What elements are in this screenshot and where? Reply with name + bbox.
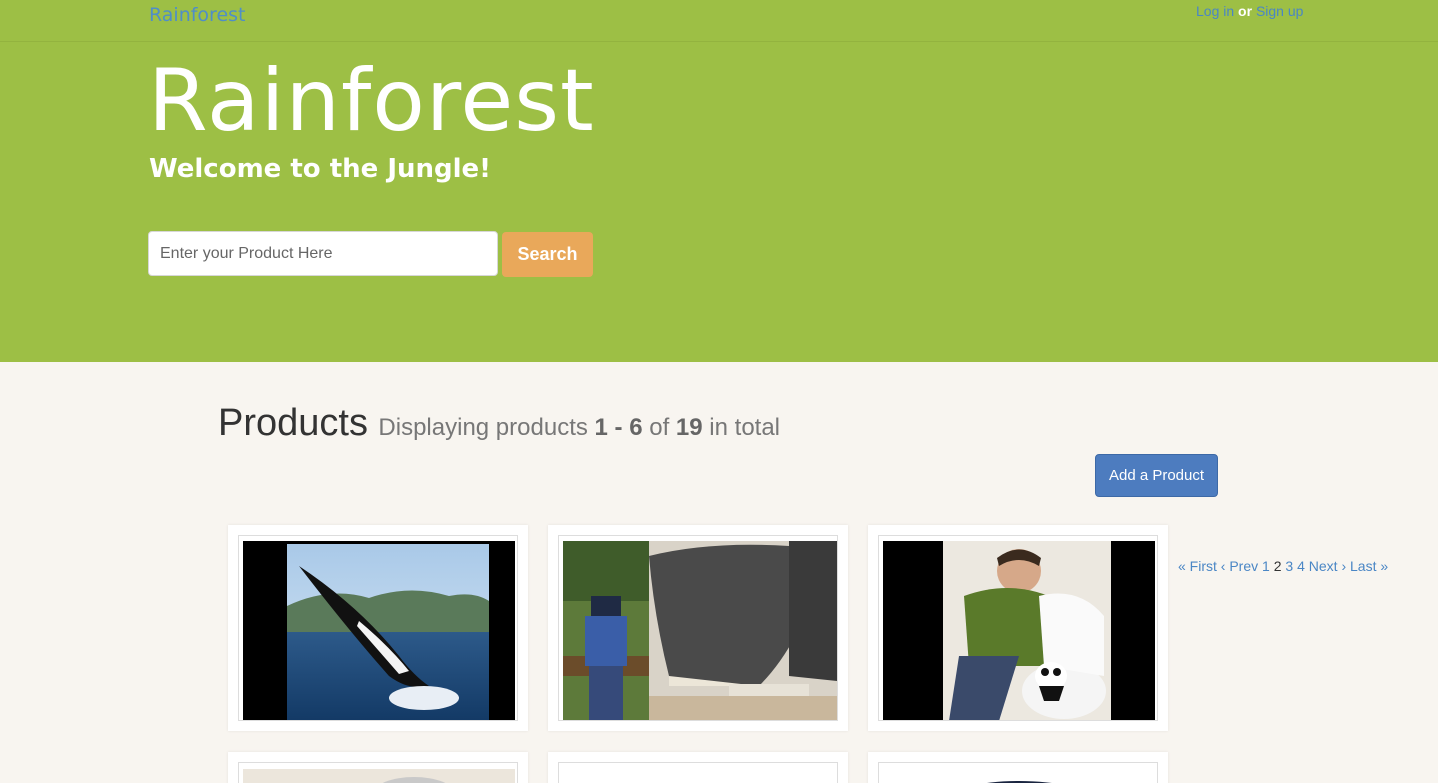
products-count-text: Displaying products 1 - 6 of 19 in total [378,414,780,441]
product-card[interactable] [228,752,528,783]
display-of: of [649,414,670,441]
product-image[interactable] [878,762,1158,783]
pagination-next[interactable]: Next › [1309,558,1346,574]
product-image[interactable] [238,762,518,783]
pagination: « First ‹ Prev 1 2 3 4 Next › Last » [1178,558,1388,574]
hero-banner: Rainforest Log in or Sign up Rainforest … [0,0,1438,362]
auth-links: Log in or Sign up [1196,3,1303,19]
hero-subtitle: Welcome to the Jungle! [149,154,492,184]
display-range: 1 - 6 [594,414,643,441]
display-total: 19 [675,414,703,441]
pagination-page-4[interactable]: 4 [1297,558,1305,574]
display-prefix: Displaying products [378,414,588,441]
product-image[interactable] [878,535,1158,721]
search-button[interactable]: Search [502,232,593,277]
product-card[interactable] [868,525,1168,731]
products-heading: Products Displaying products 1 - 6 of 19… [218,402,780,445]
product-card[interactable] [228,525,528,731]
product-image-partial [986,781,1052,783]
add-product-button[interactable]: Add a Product [1095,454,1218,497]
auth-separator: or [1238,3,1253,19]
product-image[interactable] [558,535,838,721]
product-image[interactable] [238,535,518,721]
top-navbar: Rainforest Log in or Sign up [0,0,1438,42]
toilet-panda-image [883,541,1155,720]
display-in-total: in total [709,414,781,441]
brand-link[interactable]: Rainforest [149,4,246,26]
pagination-last[interactable]: Last » [1350,558,1388,574]
orca-submarine-image [243,541,515,720]
product-search-input[interactable] [148,231,498,276]
product-card[interactable] [548,525,848,731]
product-card[interactable] [548,752,848,783]
pagination-prev[interactable]: ‹ Prev [1221,558,1258,574]
login-link[interactable]: Log in [1196,3,1234,19]
hero-title: Rainforest [148,51,595,151]
pagination-page-1[interactable]: 1 [1262,558,1270,574]
products-title: Products [218,402,368,444]
pagination-current-page: 2 [1273,558,1282,574]
pagination-page-3[interactable]: 3 [1285,558,1293,574]
monitor-sweater-image [563,541,837,720]
product-card[interactable] [868,752,1168,783]
product-image[interactable] [558,762,838,783]
product-image-partial [243,769,515,783]
signup-link[interactable]: Sign up [1256,3,1303,19]
pagination-first[interactable]: « First [1178,558,1217,574]
